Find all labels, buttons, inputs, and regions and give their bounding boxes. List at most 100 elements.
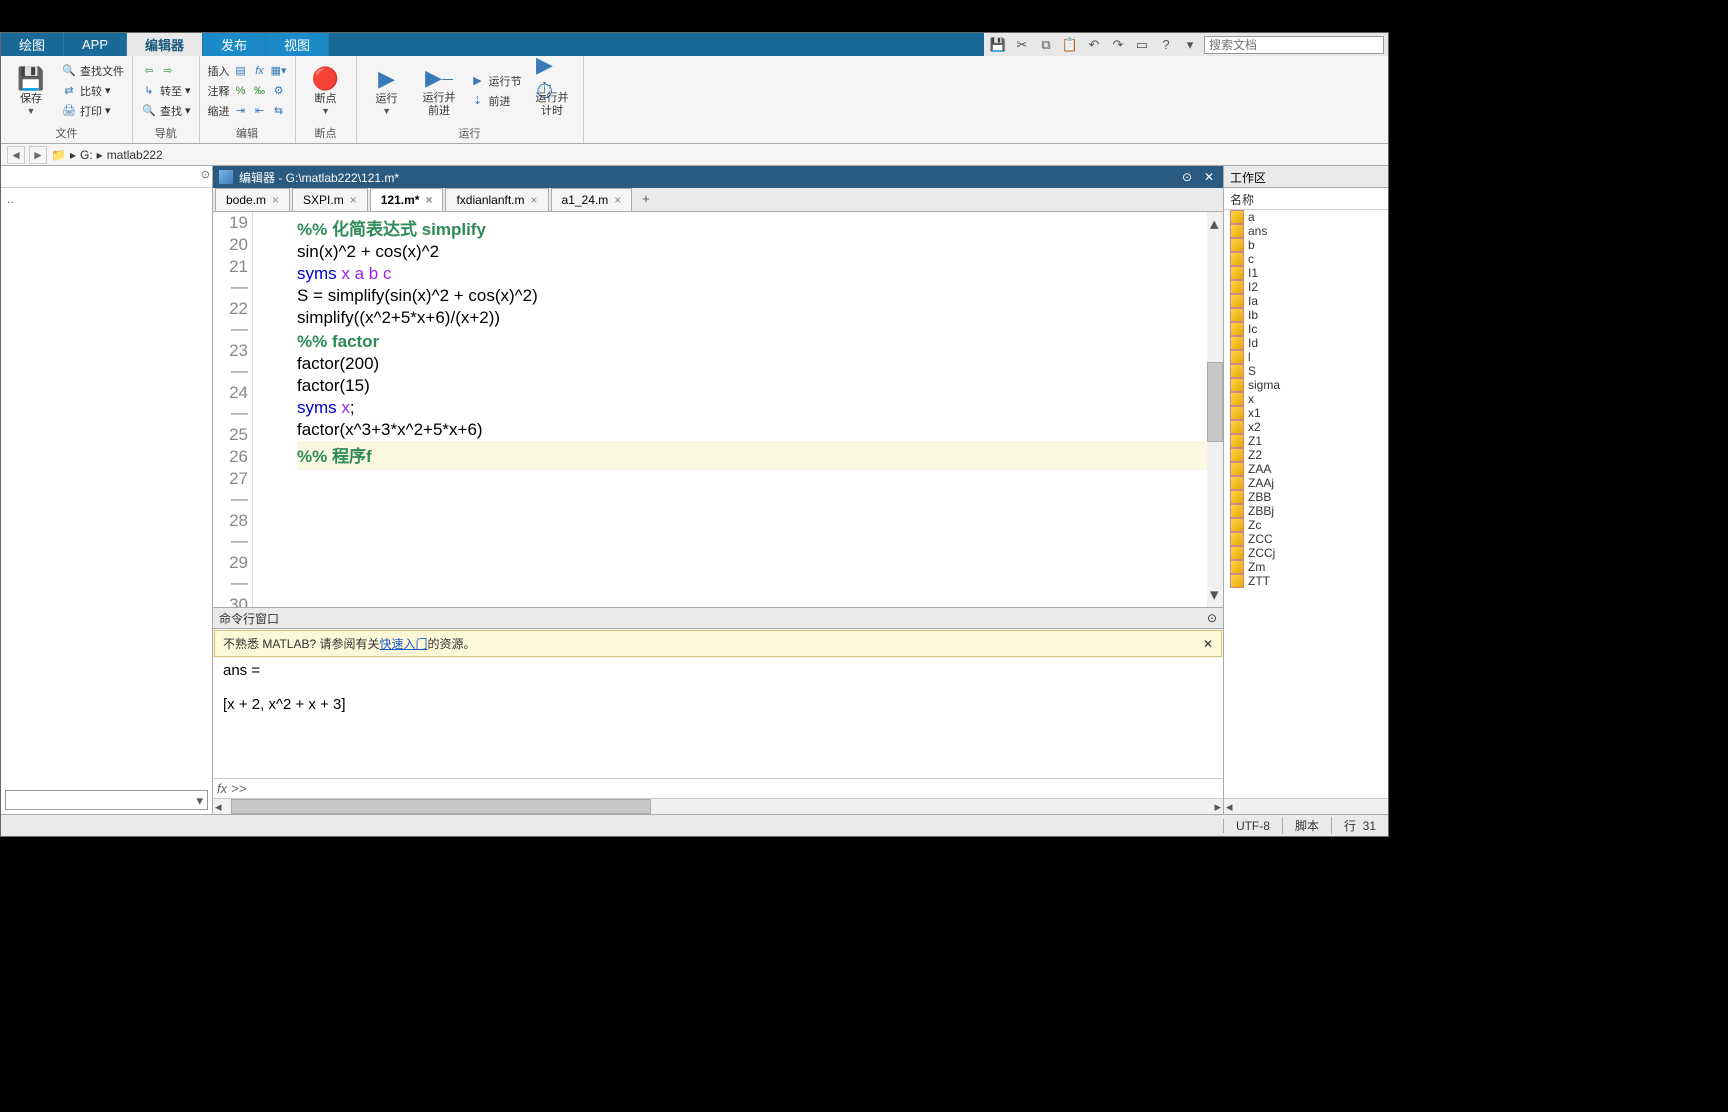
file-tab[interactable]: a1_24.m× xyxy=(551,188,633,211)
goto-button[interactable]: ↳转至▾ xyxy=(139,82,193,100)
redo-icon[interactable]: ↷ xyxy=(1108,36,1128,54)
workspace-var[interactable]: ZAAj xyxy=(1224,476,1388,490)
var-icon xyxy=(1230,406,1244,420)
quickstart-link[interactable]: 快速入门 xyxy=(379,635,427,652)
tab-close-icon[interactable]: × xyxy=(272,193,279,207)
compare-button[interactable]: ⇄比较▾ xyxy=(59,82,126,100)
close-icon[interactable]: ✕ xyxy=(1201,170,1217,184)
layout-icon[interactable]: ▭ xyxy=(1132,36,1152,54)
var-icon xyxy=(1230,462,1244,476)
bp-group-label: 断点 xyxy=(315,125,337,141)
workspace-var[interactable]: ZCC xyxy=(1224,532,1388,546)
path-seg-2[interactable]: matlab222 xyxy=(107,148,163,162)
file-tab[interactable]: fxdianlanft.m× xyxy=(445,188,548,211)
var-icon xyxy=(1230,504,1244,518)
workspace-var[interactable]: Zc xyxy=(1224,518,1388,532)
tab-view[interactable]: 视图 xyxy=(266,33,329,56)
copy-icon[interactable]: ⧉ xyxy=(1036,36,1056,54)
dock-icon[interactable]: ⊙ xyxy=(1179,170,1195,184)
current-folder-panel: ⊙ .. xyxy=(1,166,213,814)
print-button[interactable]: 🖨打印▾ xyxy=(59,102,126,120)
workspace-var[interactable]: Ib xyxy=(1224,308,1388,322)
workspace-hscroll[interactable]: ◂ xyxy=(1224,798,1388,814)
workspace-var[interactable]: x2 xyxy=(1224,420,1388,434)
workspace-var[interactable]: sigma xyxy=(1224,378,1388,392)
workspace-var[interactable]: Zm xyxy=(1224,560,1388,574)
find-button[interactable]: 🔍查找▾ xyxy=(139,102,193,120)
workspace-var[interactable]: l xyxy=(1224,350,1388,364)
workspace-var[interactable]: I1 xyxy=(1224,266,1388,280)
workspace-var[interactable]: I2 xyxy=(1224,280,1388,294)
workspace-var[interactable]: ZAA xyxy=(1224,462,1388,476)
panel-menu-icon[interactable]: ⊙ xyxy=(201,168,210,181)
path-sep: ▸ xyxy=(70,148,76,162)
search-input[interactable] xyxy=(1204,36,1384,54)
paste-icon[interactable]: 📋 xyxy=(1060,36,1080,54)
tab-close-icon[interactable]: × xyxy=(425,193,432,207)
path-fwd-icon[interactable]: ► xyxy=(29,146,47,164)
details-combo[interactable] xyxy=(5,790,208,810)
workspace-var[interactable]: x1 xyxy=(1224,406,1388,420)
workspace-var[interactable]: ans xyxy=(1224,224,1388,238)
command-output[interactable]: ans = [x + 2, x^2 + x + 3] xyxy=(213,658,1223,778)
var-icon xyxy=(1230,574,1244,588)
workspace-var[interactable]: Z1 xyxy=(1224,434,1388,448)
editor-hscroll[interactable]: ◂ ▸ xyxy=(213,798,1223,814)
workspace-var[interactable]: b xyxy=(1224,238,1388,252)
path-back-icon[interactable]: ◄ xyxy=(7,146,25,164)
statusbar: UTF-8 脚本 行 31 xyxy=(1,814,1388,836)
undo-icon[interactable]: ↶ xyxy=(1084,36,1104,54)
editor-scrollbar[interactable]: ▴ ▾ xyxy=(1207,212,1223,607)
tab-close-icon[interactable]: × xyxy=(531,193,538,207)
tab-app[interactable]: APP xyxy=(64,33,127,56)
comment-button[interactable]: 注释%‰⚙ xyxy=(206,82,289,100)
run-section-button[interactable]: ▶运行节 xyxy=(468,72,524,90)
workspace-var[interactable]: ZTT xyxy=(1224,574,1388,588)
tab-publish[interactable]: 发布 xyxy=(203,33,266,56)
var-icon xyxy=(1230,266,1244,280)
workspace-var[interactable]: Z2 xyxy=(1224,448,1388,462)
var-icon xyxy=(1230,490,1244,504)
workspace-var[interactable]: x xyxy=(1224,392,1388,406)
workspace-var[interactable]: a xyxy=(1224,210,1388,224)
run-button[interactable]: ▶运行▼ xyxy=(363,63,411,117)
help-icon[interactable]: ? xyxy=(1156,36,1176,54)
dropdown-icon[interactable]: ▾ xyxy=(1180,36,1200,54)
workspace-var[interactable]: Ia xyxy=(1224,294,1388,308)
file-tabs: bode.m×SXPI.m×121.m*×fxdianlanft.m×a1_24… xyxy=(213,188,1223,212)
infobar-close-icon[interactable]: ✕ xyxy=(1203,637,1213,651)
cmd-menu-icon[interactable]: ⊙ xyxy=(1207,611,1217,625)
var-icon xyxy=(1230,476,1244,490)
nav-back[interactable]: ⇦⇨ xyxy=(139,62,193,80)
tab-plot[interactable]: 绘图 xyxy=(1,33,64,56)
insert-button[interactable]: 插入▤fx▦▾ xyxy=(206,62,289,80)
file-tab[interactable]: 121.m*× xyxy=(370,188,444,211)
tab-close-icon[interactable]: × xyxy=(614,193,621,207)
file-tab[interactable]: bode.m× xyxy=(215,188,290,211)
add-tab-button[interactable]: + xyxy=(634,188,658,211)
tab-editor[interactable]: 编辑器 xyxy=(127,33,203,56)
save-icon[interactable]: 💾 xyxy=(988,36,1008,54)
run-advance-button[interactable]: ▶⎯运行并 前进 xyxy=(415,62,464,118)
cut-icon[interactable]: ✂ xyxy=(1012,36,1032,54)
run-time-button[interactable]: ▶⏱运行并 计时 xyxy=(528,62,577,118)
findfiles-button[interactable]: 🔍查找文件 xyxy=(59,62,126,80)
workspace-var[interactable]: S xyxy=(1224,364,1388,378)
workspace-var[interactable]: Id xyxy=(1224,336,1388,350)
path-seg-1[interactable]: G: xyxy=(80,148,93,162)
workspace-var[interactable]: c xyxy=(1224,252,1388,266)
workspace-var[interactable]: ZBB xyxy=(1224,490,1388,504)
workspace-var[interactable]: ZCCj xyxy=(1224,546,1388,560)
advance-button[interactable]: ⇣前进 xyxy=(468,92,524,110)
save-button[interactable]: 💾保存▼ xyxy=(7,63,55,117)
status-encoding: UTF-8 xyxy=(1223,819,1282,833)
workspace-var[interactable]: Ic xyxy=(1224,322,1388,336)
breakpoint-button[interactable]: 🔴断点▼ xyxy=(302,63,350,117)
indent-button[interactable]: 缩进⇥⇤⇆ xyxy=(206,102,289,120)
workspace-var[interactable]: ZBBj xyxy=(1224,504,1388,518)
file-tab[interactable]: SXPI.m× xyxy=(292,188,368,211)
tab-close-icon[interactable]: × xyxy=(350,193,357,207)
workspace-name-header[interactable]: 名称 xyxy=(1224,188,1388,210)
code-editor[interactable]: 192021 —22 —23 —24 —252627 —28 —29 —30 —… xyxy=(213,212,1223,607)
command-prompt[interactable]: fx>> xyxy=(213,778,1223,798)
